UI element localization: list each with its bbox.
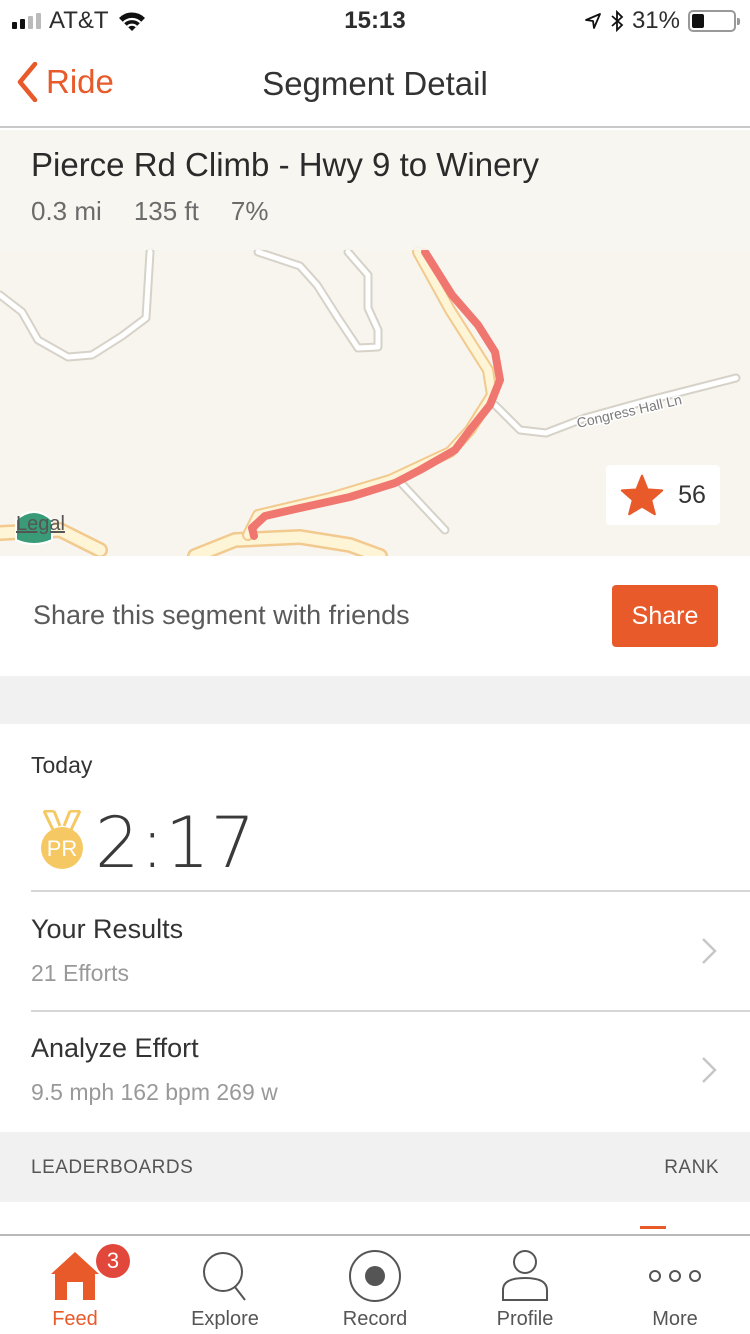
chevron-right-icon [702, 938, 717, 964]
tab-label: Record [342, 1308, 408, 1330]
tab-more[interactable]: More [600, 1236, 750, 1334]
star-icon [620, 474, 664, 516]
record-icon [349, 1250, 401, 1302]
analyze-effort-row[interactable]: Analyze Effort 9.5 mph 162 bpm 269 w [0, 1013, 750, 1131]
section-spacer [0, 676, 750, 724]
leaderboards-title: LEADERBOARDS [31, 1157, 194, 1178]
road-label: Congress Hall Ln [575, 391, 683, 431]
location-arrow-icon [585, 13, 601, 29]
map-road [0, 247, 155, 362]
share-button[interactable]: Share [612, 585, 718, 647]
segment-elevation: 135 ft [133, 196, 199, 226]
chevron-right-icon [702, 1057, 717, 1083]
share-section: Share this segment with friends Share [0, 556, 750, 676]
tab-label: Explore [191, 1308, 259, 1330]
tab-feed[interactable]: 3 Feed [0, 1236, 150, 1334]
bluetooth-icon [611, 10, 624, 32]
more-icon [649, 1270, 701, 1282]
search-icon [203, 1252, 246, 1301]
rank-indicator [640, 1226, 666, 1229]
divider [31, 890, 750, 892]
segment-stats: 0.3 mi 135 ft 7% [31, 196, 719, 227]
share-text: Share this segment with friends [33, 600, 410, 630]
segment-map[interactable]: Congress Hall Ln Legal Pierce Rd Climb -… [0, 130, 750, 556]
tab-record[interactable]: Record [300, 1236, 450, 1334]
legal-link[interactable]: Legal [16, 513, 65, 536]
effort-time: 2:17 [95, 802, 257, 884]
divider [31, 1010, 750, 1012]
battery-percent: 31% [631, 7, 680, 34]
leaderboard-row[interactable] [0, 1202, 750, 1236]
segment-name: Pierce Rd Climb - Hwy 9 to Winery [31, 146, 539, 183]
segment-grade: 7% [230, 196, 269, 226]
star-count: 56 [678, 480, 706, 509]
pr-medal-icon: PR [41, 810, 83, 869]
status-bar: AT&T 15:13 31% [0, 0, 750, 40]
segment-distance: 0.3 mi [31, 196, 102, 226]
tab-explore[interactable]: Explore [150, 1236, 300, 1334]
rank-column-label: RANK [664, 1157, 719, 1178]
battery-icon [688, 10, 740, 32]
today-section: Today PR 2:17 [0, 724, 750, 892]
svg-text:PR: PR [47, 836, 78, 861]
status-right: 31% [584, 7, 740, 35]
tab-label: Feed [52, 1308, 98, 1330]
tab-profile[interactable]: Profile [450, 1236, 600, 1334]
row-title: Analyze Effort [31, 1033, 199, 1063]
your-results-row[interactable]: Your Results 21 Efforts [0, 894, 750, 1012]
battery-fill [692, 14, 705, 28]
segment-header: Pierce Rd Climb - Hwy 9 to Winery 0.3 mi… [0, 130, 750, 250]
leaderboards-header: LEADERBOARDS RANK [0, 1132, 750, 1202]
row-subtitle: 21 Efforts [31, 960, 130, 986]
row-subtitle: 9.5 mph 162 bpm 269 w [31, 1079, 278, 1105]
tab-label: More [652, 1308, 698, 1330]
star-segment-button[interactable]: 56 [606, 465, 720, 525]
row-title: Your Results [31, 914, 184, 944]
today-label: Today [31, 752, 93, 778]
profile-icon [502, 1250, 548, 1301]
page-title: Segment Detail [262, 65, 488, 102]
navigation-bar: Ride Segment Detail [0, 40, 750, 128]
tab-bar: 3 Feed Explore Record Profile More [0, 1234, 750, 1334]
tab-label: Profile [496, 1308, 554, 1330]
home-icon [51, 1252, 99, 1300]
segment-route-line [248, 248, 504, 540]
notification-badge: 3 [96, 1244, 130, 1278]
